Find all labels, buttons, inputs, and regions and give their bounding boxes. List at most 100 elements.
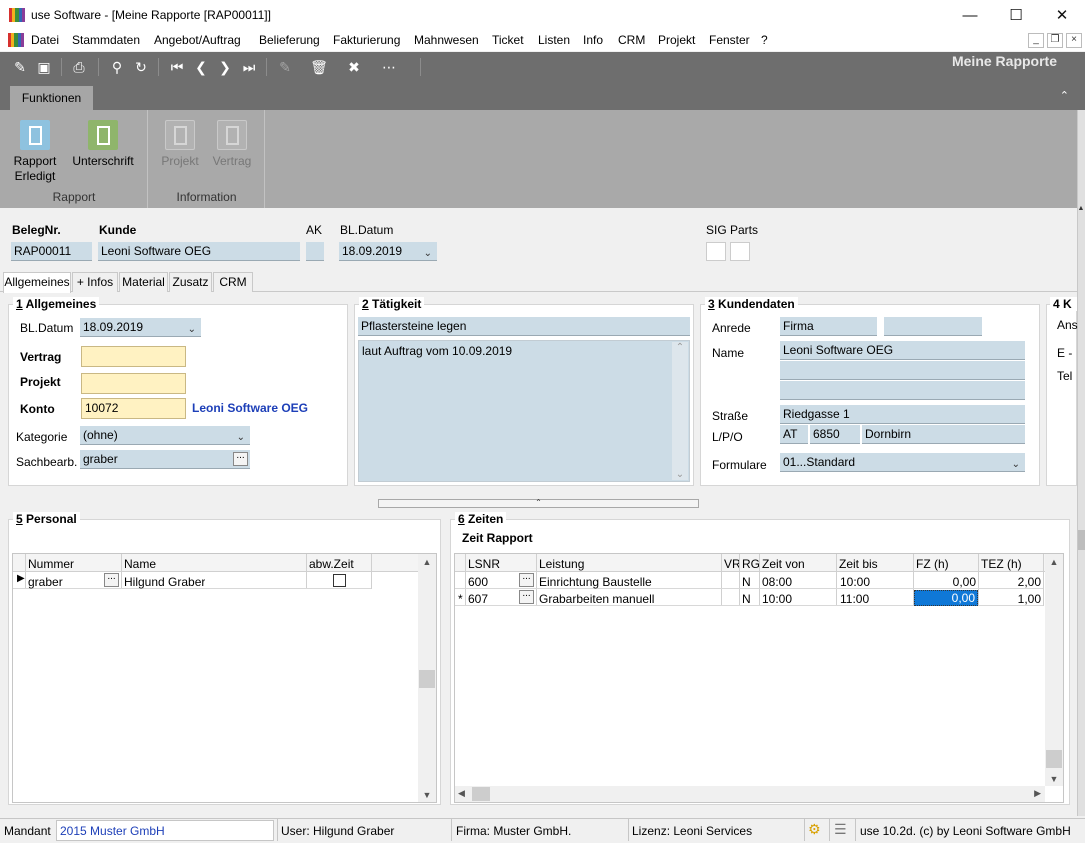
col-tez[interactable]: TEZ (h) <box>981 557 1022 571</box>
ellipsis-button[interactable]: ... <box>519 589 534 604</box>
scroll-thumb[interactable] <box>419 670 435 688</box>
next-record-icon[interactable]: ❯ <box>216 57 234 76</box>
belegnr-field[interactable]: RAP00011 <box>11 242 92 261</box>
close-button[interactable]: ✕ <box>1039 0 1085 30</box>
print-icon[interactable]: ⎙ <box>70 57 88 76</box>
scroll-thumb[interactable] <box>1078 530 1085 550</box>
edit-icon[interactable]: ✎ <box>11 57 29 76</box>
database-icon[interactable]: ☰ <box>834 821 847 838</box>
last-record-icon[interactable]: ⏭ <box>240 57 258 76</box>
abw-zeit-checkbox[interactable] <box>333 574 346 587</box>
ak-field[interactable] <box>306 242 324 261</box>
scroll-down-icon[interactable]: ⌄ <box>672 469 688 480</box>
projekt-button[interactable]: Projekt <box>158 120 202 169</box>
cell-zeit-bis[interactable]: 11:00 <box>840 592 869 606</box>
cell-zeit-von[interactable]: 10:00 <box>762 592 792 606</box>
tab-crm[interactable]: CRM <box>213 272 253 292</box>
ribbon-tab-funktionen[interactable]: Funktionen <box>10 86 93 110</box>
menu-ticket[interactable]: Ticket <box>492 33 524 47</box>
menu-datei[interactable]: Datei <box>31 33 59 47</box>
mdi-minimize-button[interactable]: _ <box>1028 33 1044 48</box>
anrede-2-field[interactable] <box>884 317 982 336</box>
cell-zeit-von[interactable]: 08:00 <box>762 575 792 589</box>
mdi-restore-button[interactable]: ❐ <box>1047 33 1063 48</box>
scroll-left-icon[interactable]: ◀ <box>458 788 465 799</box>
scroll-up-icon[interactable]: ⌃ <box>672 342 688 353</box>
col-abw-zeit[interactable]: abw.Zeit <box>309 557 354 571</box>
personal-vscroll[interactable]: ▲ ▼ <box>418 554 436 802</box>
parts-field[interactable] <box>730 242 750 261</box>
bl-datum-dropdown-2[interactable]: 18.09.2019 ⌄ <box>80 318 201 337</box>
cancel-icon[interactable]: ✖ <box>345 57 363 76</box>
minimize-button[interactable]: — <box>947 0 993 30</box>
cell-leistung[interactable]: Einrichtung Baustelle <box>539 575 719 589</box>
scroll-up-icon[interactable]: ▲ <box>1077 205 1085 213</box>
bl-datum-dropdown[interactable]: 18.09.2019 ⌄ <box>339 242 437 261</box>
maximize-button[interactable]: ☐ <box>993 0 1039 30</box>
col-zeit-bis[interactable]: Zeit bis <box>839 557 878 571</box>
anrede-field[interactable]: Firma <box>780 317 877 336</box>
name-1-field[interactable]: Leoni Software OEG <box>780 341 1025 360</box>
scroll-down-icon[interactable]: ▼ <box>1045 774 1063 784</box>
cell-name[interactable]: Hilgund Graber <box>124 575 205 589</box>
name-3-field[interactable] <box>780 381 1025 400</box>
menu-belieferung[interactable]: Belieferung <box>259 33 320 47</box>
zeiten-vscroll[interactable]: ▲ ▼ <box>1045 554 1063 786</box>
tab-allgemeines[interactable]: Allgemeines <box>3 272 71 293</box>
scroll-up-icon[interactable]: ▲ <box>418 554 436 567</box>
col-name[interactable]: Name <box>124 557 156 571</box>
cell-zeit-bis[interactable]: 10:00 <box>840 575 870 589</box>
scroll-thumb[interactable] <box>1046 750 1062 768</box>
rapport-erledigt-button[interactable]: Rapport Erledigt <box>6 120 64 184</box>
cell-lsnr[interactable]: 607 <box>468 592 488 606</box>
tab-infos[interactable]: + Infos <box>72 272 118 292</box>
ort-field[interactable]: Dornbirn <box>862 425 1025 444</box>
sachbearb-field[interactable]: graber... <box>80 450 250 469</box>
ellipsis-button[interactable]: ... <box>519 572 534 587</box>
konto-field[interactable]: 10072 <box>81 398 186 419</box>
cell-rg[interactable]: N <box>742 592 751 606</box>
menu-help[interactable]: ? <box>761 33 768 47</box>
menu-mahnwesen[interactable]: Mahnwesen <box>414 33 479 47</box>
pencil-icon[interactable]: ✎ <box>276 57 294 76</box>
menu-angebot-auftrag[interactable]: Angebot/Auftrag <box>154 33 241 47</box>
collapse-ribbon-icon[interactable]: ⌃ <box>1060 89 1069 102</box>
text-area-scrollbar[interactable]: ⌃ ⌄ <box>672 342 688 480</box>
scroll-down-icon[interactable]: ▼ <box>418 790 436 800</box>
notification-icon[interactable]: ⚙ <box>808 821 821 838</box>
col-fz[interactable]: FZ (h) <box>916 557 949 571</box>
taetigkeit-kurz-field[interactable]: Pflastersteine legen <box>358 317 690 336</box>
right-scrollbar[interactable] <box>1077 110 1085 816</box>
menu-crm[interactable]: CRM <box>618 33 645 47</box>
vertrag-field[interactable] <box>81 346 186 367</box>
tab-zusatz[interactable]: Zusatz <box>169 272 212 292</box>
col-lsnr[interactable]: LSNR <box>468 557 500 571</box>
app-icon[interactable] <box>9 8 26 22</box>
save-icon[interactable]: ▣ <box>35 57 53 76</box>
formulare-dropdown[interactable]: 01...Standard ⌄ <box>780 453 1025 472</box>
cell-rg[interactable]: N <box>742 575 751 589</box>
menu-projekt[interactable]: Projekt <box>658 33 695 47</box>
menu-fenster[interactable]: Fenster <box>709 33 750 47</box>
col-leistung[interactable]: Leistung <box>539 557 584 571</box>
ellipsis-button[interactable]: ... <box>233 451 248 466</box>
name-2-field[interactable] <box>780 361 1025 380</box>
delete-icon[interactable]: 🗑 <box>310 57 328 76</box>
search-icon[interactable]: ⚲ <box>108 57 126 76</box>
projekt-field[interactable] <box>81 373 186 394</box>
cell-lsnr[interactable]: 600 <box>468 575 488 589</box>
unterschrift-button[interactable]: Unterschrift <box>70 120 136 169</box>
sig-field[interactable] <box>706 242 726 261</box>
strasse-field[interactable]: Riedgasse 1 <box>780 405 1025 424</box>
scroll-right-icon[interactable]: ▶ <box>1034 788 1041 799</box>
cell-fz-selected[interactable]: 0,00 <box>914 590 978 606</box>
cell-nummer[interactable]: graber <box>28 575 63 589</box>
cell-fz[interactable]: 0,00 <box>914 575 976 589</box>
scroll-thumb[interactable] <box>472 787 490 801</box>
splitter-handle[interactable]: ⌃ <box>378 499 699 508</box>
cell-leistung[interactable]: Grabarbeiten manuell <box>539 592 719 606</box>
vertrag-button[interactable]: Vertrag <box>210 120 254 169</box>
col-zeit-von[interactable]: Zeit von <box>762 557 805 571</box>
more-options-icon[interactable]: ⋯ <box>380 57 398 76</box>
mdi-app-icon[interactable] <box>8 33 25 47</box>
